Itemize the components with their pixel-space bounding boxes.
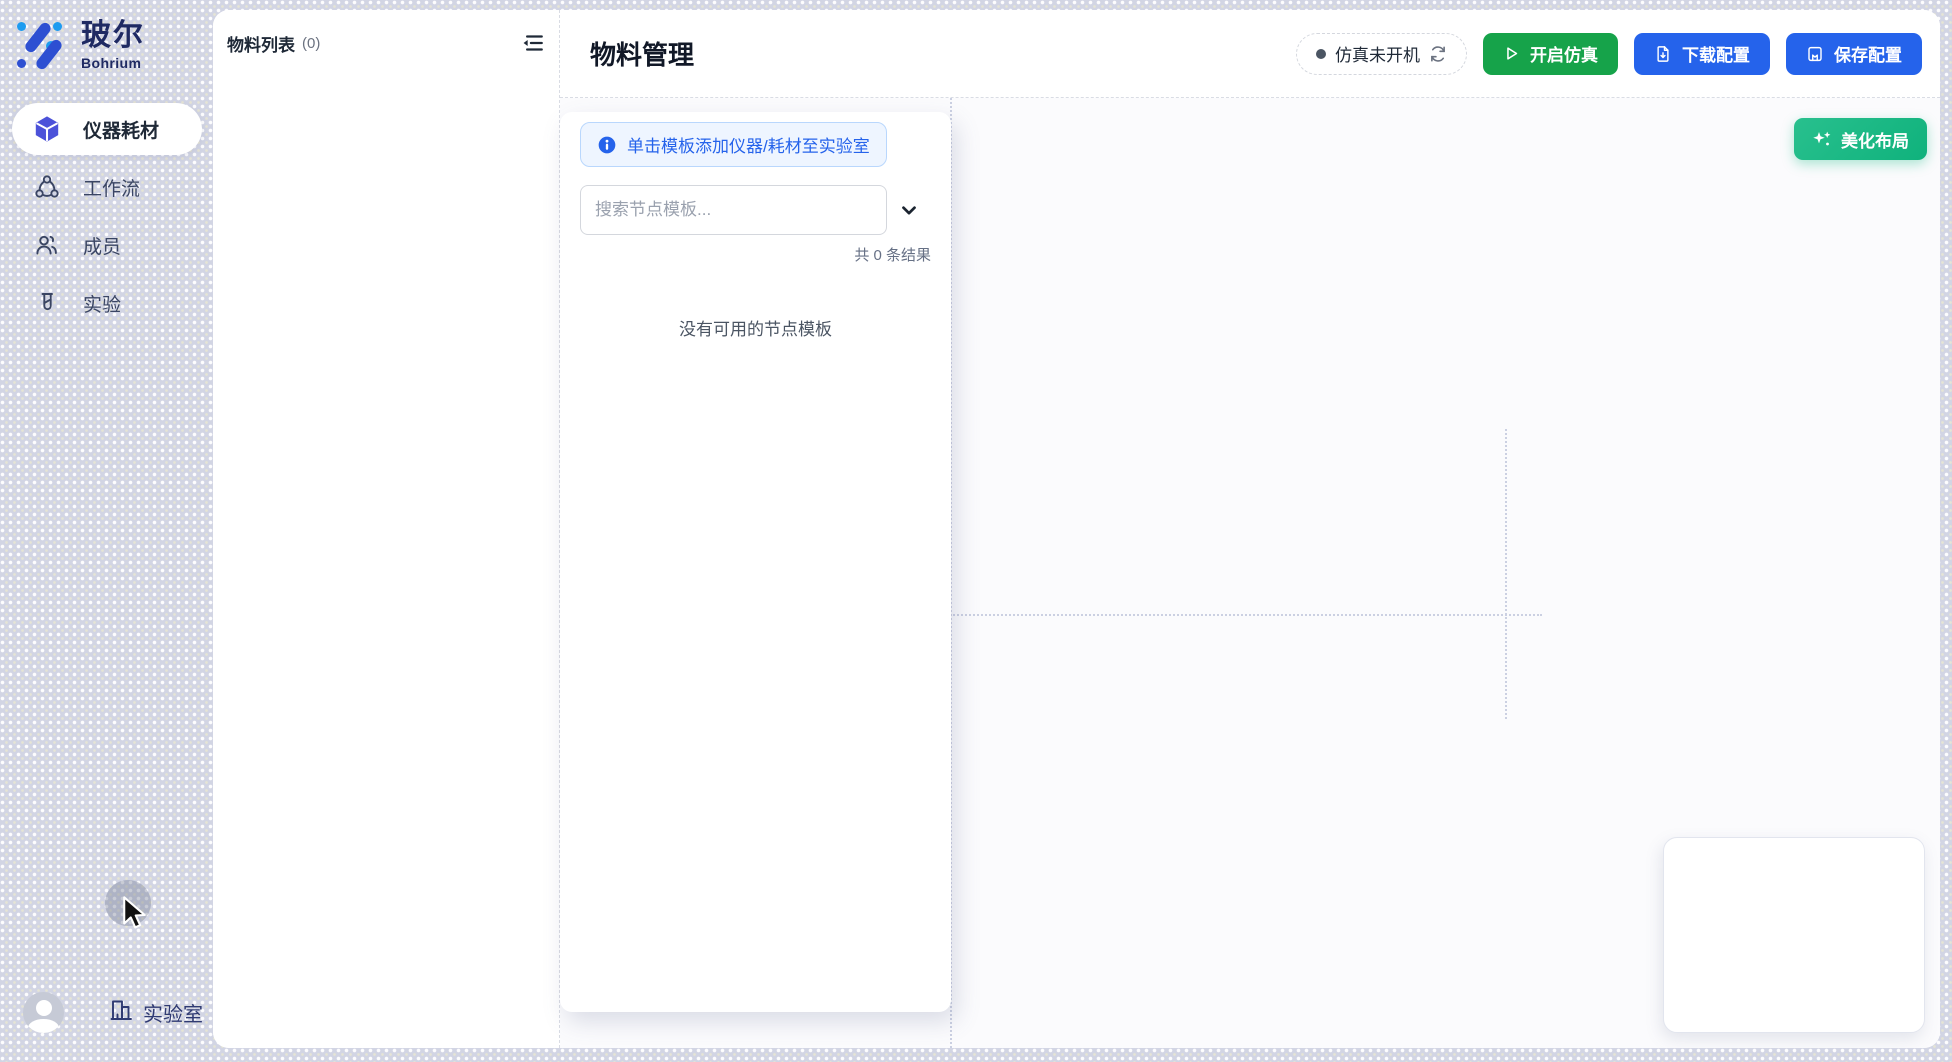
status-dot-icon [1316, 49, 1326, 59]
sidebar-item-label: 仪器耗材 [83, 116, 159, 143]
save-config-button[interactable]: 保存配置 [1786, 33, 1922, 75]
simulation-status-pill[interactable]: 仿真未开机 [1296, 33, 1467, 75]
canvas-guide-horizontal [950, 614, 1542, 616]
workflow-icon [33, 173, 61, 201]
sidebar-item-label: 工作流 [83, 174, 140, 201]
template-search-row [580, 185, 931, 235]
template-panel: 单击模板添加仪器/耗材至实验室 共 0 条结果 没有可用的节点模板 [560, 112, 951, 1012]
app-window: 物料列表 (0) 物料管理 仿真未开机 [213, 10, 1940, 1048]
minimap[interactable] [1663, 837, 1925, 1033]
flow-canvas[interactable]: 单击模板添加仪器/耗材至实验室 共 0 条结果 没有可用的节点模板 [560, 98, 1940, 1048]
start-simulation-button[interactable]: 开启仿真 [1483, 33, 1618, 75]
sidebar: 玻尔 Bohrium 仪器耗材 工作流 [0, 0, 213, 1062]
building-icon [108, 997, 134, 1029]
lab-label: 实验室 [143, 998, 203, 1027]
start-simulation-label: 开启仿真 [1530, 41, 1598, 66]
material-list-title: 物料列表 [227, 31, 295, 56]
collapse-panel-button[interactable] [515, 26, 549, 60]
play-icon [1503, 45, 1520, 62]
bohrium-logo-icon [15, 20, 67, 70]
sidebar-footer: 实验室 [23, 992, 203, 1033]
avatar[interactable] [23, 992, 64, 1033]
template-hint-banner: 单击模板添加仪器/耗材至实验室 [580, 122, 887, 167]
download-config-button[interactable]: 下载配置 [1634, 33, 1770, 75]
template-search-input[interactable] [580, 185, 887, 235]
main-header: 物料管理 仿真未开机 [560, 10, 1940, 98]
sidebar-item-label: 实验 [83, 290, 121, 317]
result-count: 共 0 条结果 [580, 244, 931, 265]
chevron-down-icon[interactable] [887, 185, 931, 235]
sidebar-item-lab[interactable]: 实验室 [108, 997, 203, 1029]
beautify-layout-button[interactable]: 美化布局 [1794, 118, 1927, 160]
sidebar-item-experiments[interactable]: 实验 [12, 277, 202, 329]
brand-name: 玻尔 [81, 20, 145, 52]
members-icon [33, 231, 61, 259]
header-controls: 仿真未开机 开启仿真 [1296, 33, 1922, 75]
sidebar-item-workflow[interactable]: 工作流 [12, 161, 202, 213]
sparkles-icon [1812, 129, 1832, 149]
material-list-count: (0) [302, 35, 320, 52]
cube-icon [33, 115, 61, 143]
sidebar-item-members[interactable]: 成员 [12, 219, 202, 271]
empty-templates-message: 没有可用的节点模板 [580, 315, 931, 340]
sidebar-item-label: 成员 [83, 232, 121, 259]
status-label: 仿真未开机 [1335, 41, 1420, 66]
save-icon [1806, 45, 1824, 63]
material-list-header: 物料列表 (0) [213, 10, 559, 76]
download-config-label: 下载配置 [1682, 41, 1750, 66]
test-tube-icon [33, 289, 61, 317]
page-title: 物料管理 [590, 35, 694, 72]
brand: 玻尔 Bohrium [15, 20, 145, 71]
sidebar-nav: 仪器耗材 工作流 成员 [12, 103, 202, 329]
main-area: 物料管理 仿真未开机 [560, 10, 1940, 1048]
template-hint-text: 单击模板添加仪器/耗材至实验室 [627, 132, 870, 157]
save-config-label: 保存配置 [1834, 41, 1902, 66]
info-icon [597, 135, 617, 155]
file-download-icon [1654, 45, 1672, 63]
brand-subtitle: Bohrium [81, 55, 145, 71]
refresh-icon[interactable] [1429, 45, 1447, 63]
beautify-layout-label: 美化布局 [1841, 127, 1909, 152]
canvas-guide-vertical [1505, 429, 1507, 719]
material-list-panel: 物料列表 (0) [213, 10, 560, 1048]
sidebar-item-instruments[interactable]: 仪器耗材 [12, 103, 202, 155]
